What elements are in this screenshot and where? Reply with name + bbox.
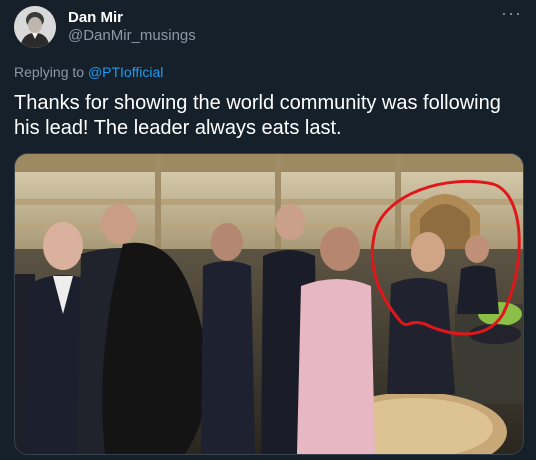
more-options-icon[interactable]: ··· [501, 4, 522, 22]
author-handle[interactable]: @DanMir_musings [68, 27, 196, 44]
tweet-media-image[interactable] [14, 153, 524, 455]
author-display-name[interactable]: Dan Mir [68, 9, 123, 26]
profile-portrait-icon [14, 6, 56, 48]
mention-link[interactable]: @PTIofficial [88, 64, 163, 80]
avatar[interactable] [14, 6, 56, 48]
replying-to-label: Replying to [14, 64, 88, 80]
photo-image [15, 154, 523, 454]
tweet-text: Thanks for showing the world community w… [14, 92, 501, 139]
replying-to: Replying to @PTIofficial [14, 64, 163, 80]
